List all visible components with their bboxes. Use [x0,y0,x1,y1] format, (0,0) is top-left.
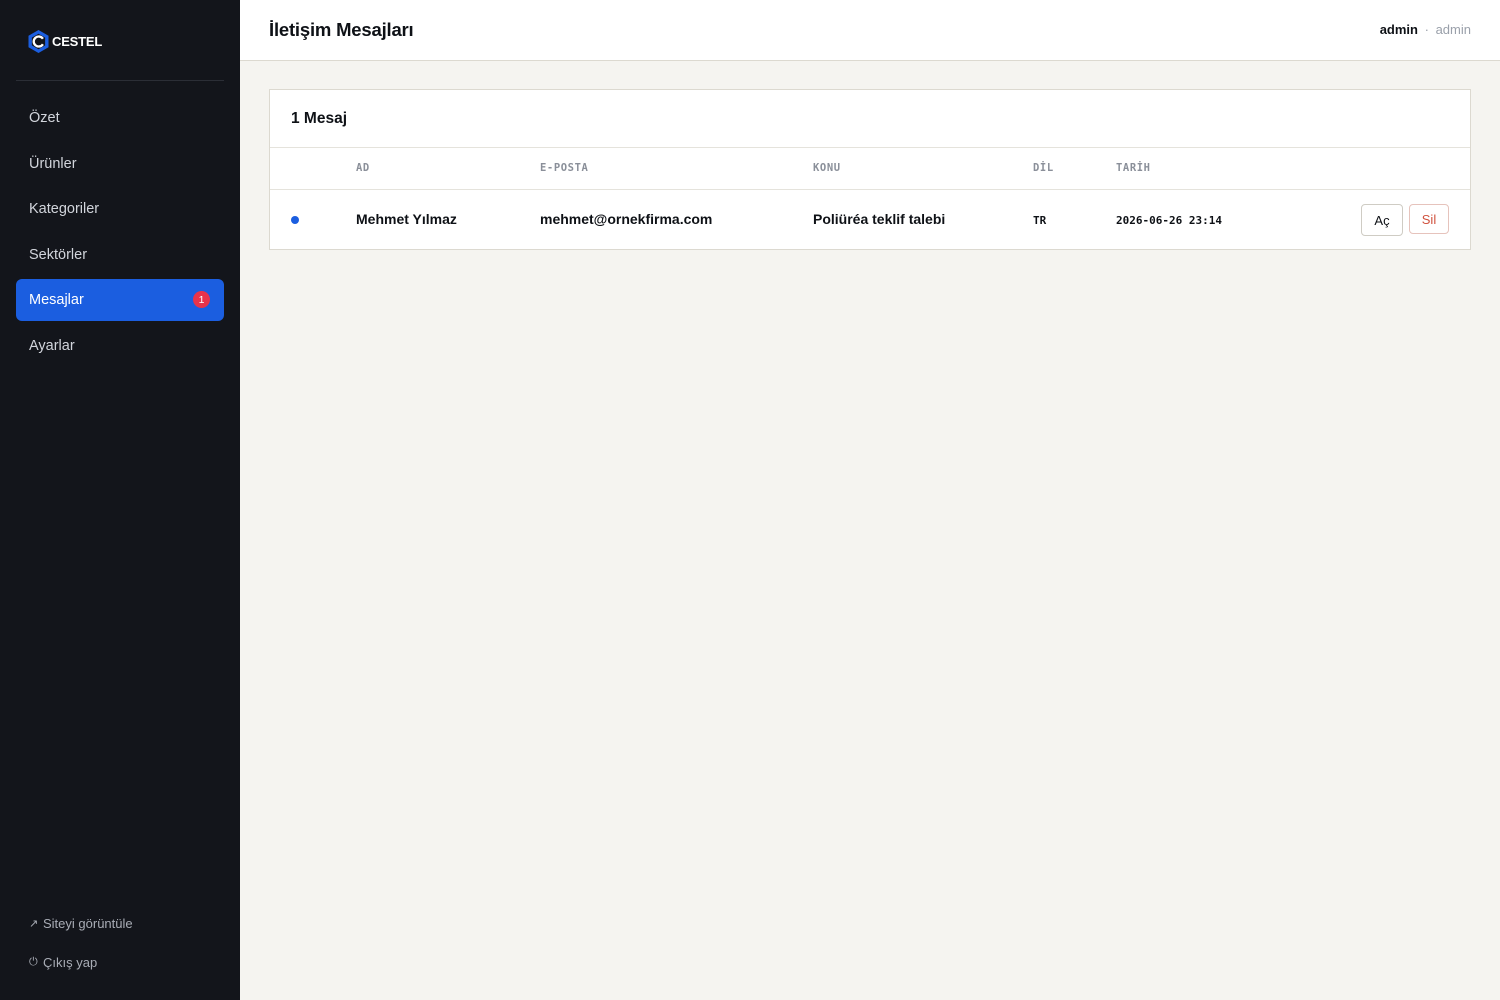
unread-indicator-dot [291,216,299,224]
sidebar-item-urunler[interactable]: Ürünler [16,143,224,185]
column-header-subject: KONU [813,162,841,174]
sidebar-item-label: Mesajlar [29,292,84,309]
message-language: TR [1033,214,1047,227]
table-header: AD E-POSTA KONU DİL TARİH [270,147,1470,190]
messages-count-title: 1 Mesaj [291,110,348,127]
column-header-email: E-POSTA [540,162,589,174]
unread-count-badge: 1 [193,291,210,309]
message-sender-name: Mehmet Yılmaz [356,211,457,227]
sidebar-item-label: Sektörler [29,246,88,263]
user-role: admin [1435,22,1471,37]
sidebar-item-label: Kategoriler [29,201,100,218]
sidebar-divider [16,80,224,81]
message-email: mehmet@ornekfirma.com [540,211,713,227]
power-icon: ⏻ [29,955,38,968]
delete-message-button[interactable]: Sil [1409,204,1449,234]
view-site-link[interactable]: ↗ Siteyi görüntüle [29,912,133,934]
brand-logo-link[interactable]: CESTEL [26,28,102,54]
logout-label: Çıkış yap [43,954,98,970]
message-date: 2026-06-26 23:14 [1116,214,1222,227]
column-header-date: TARİH [1116,162,1151,174]
sidebar-item-mesajlar[interactable]: Mesajlar 1 [16,279,224,322]
page-title: İletişim Mesajları [269,19,414,40]
view-site-label: Siteyi görüntüle [43,915,133,931]
sidebar-item-label: Özet [29,110,60,126]
message-subject: Poliüréa teklif talebi [813,211,946,227]
logout-link[interactable]: ⏻ Çıkış yap [29,951,133,973]
column-header-language: DİL [1033,162,1054,174]
user-name: admin [1379,22,1418,37]
brand-name: CESTEL [52,33,103,49]
sidebar-item-ozet[interactable]: Özet [16,97,224,139]
open-message-button[interactable]: Aç [1361,204,1403,236]
cestel-logo-icon [28,29,49,53]
external-link-icon: ↗ [29,917,39,930]
sidebar-footer: ↗ Siteyi görüntüle ⏻ Çıkış yap [29,912,133,990]
sidebar-item-ayarlar[interactable]: Ayarlar [16,325,224,367]
sidebar-item-sektorler[interactable]: Sektörler [16,234,224,276]
user-separator: · [1424,22,1429,37]
sidebar-item-label: Ürünler [29,155,77,172]
sidebar-nav: Özet Ürünler Kategoriler Sektörler Mesaj… [16,97,224,371]
messages-card: 1 Mesaj AD E-POSTA KONU DİL TARİH Mehmet… [269,89,1471,250]
column-header-name: AD [356,162,370,174]
top-header: İletişim Mesajları admin · admin [240,0,1500,61]
user-info: admin · admin [1380,22,1471,37]
sidebar-item-kategoriler[interactable]: Kategoriler [16,188,224,230]
sidebar-item-label: Ayarlar [29,337,75,354]
table-row[interactable]: Mehmet Yılmaz mehmet@ornekfirma.com Poli… [270,190,1470,249]
sidebar: CESTEL Özet Ürünler Kategoriler Sektörle… [0,0,240,1000]
